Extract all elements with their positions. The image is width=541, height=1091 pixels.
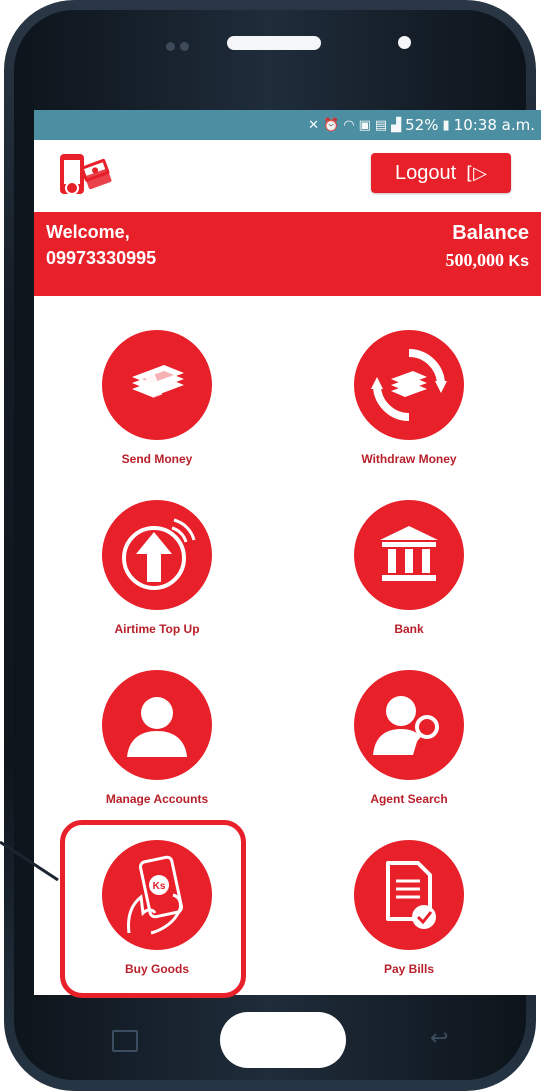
battery-percent: 52% <box>405 116 439 134</box>
nfc-icon: ▣ <box>358 117 371 133</box>
withdraw-money-button[interactable]: Withdraw Money <box>334 330 484 480</box>
manage-accounts-circle <box>102 670 212 780</box>
agent-search-button[interactable]: Agent Search <box>334 670 484 820</box>
welcome-banner: Welcome, 09973330995 Balance 500,000 Ks <box>34 212 541 296</box>
balance-amount: 500,000 Ks <box>446 250 529 271</box>
sensor-dots <box>166 38 206 51</box>
pointer-line <box>0 840 59 882</box>
upload-arrow-signal-icon <box>122 518 196 590</box>
money-cycle-icon <box>371 349 447 421</box>
recent-apps-icon[interactable] <box>112 1030 138 1052</box>
status-bar: ✕ ⏰ ◠ ▣ ▤ ▟ 52% ▮ 10:38 a.m. <box>34 110 541 140</box>
balance-label: Balance <box>452 222 529 244</box>
phone-mockup: ✕ ⏰ ◠ ▣ ▤ ▟ 52% ▮ 10:38 a.m. Logout [▷ W… <box>0 0 541 1091</box>
user-phone-number: 09973330995 <box>46 248 157 268</box>
mute-icon: ✕ <box>308 117 320 133</box>
withdraw-money-label: Withdraw Money <box>361 452 457 466</box>
manage-accounts-label: Manage Accounts <box>105 792 209 806</box>
signal-icon: ▟ <box>391 117 402 133</box>
logout-icon: [▷ <box>466 162 488 184</box>
pay-bills-label: Pay Bills <box>383 962 435 976</box>
send-money-circle <box>102 330 212 440</box>
pay-bills-circle <box>354 840 464 950</box>
clock: 10:38 a.m. <box>453 116 535 134</box>
manage-accounts-button[interactable]: Manage Accounts <box>82 670 232 820</box>
money-stack-icon <box>132 365 184 398</box>
bank-building-icon <box>380 526 438 581</box>
back-icon[interactable]: ↩ <box>430 1028 456 1050</box>
bank-circle <box>354 500 464 610</box>
logout-button[interactable]: Logout [▷ <box>371 153 511 193</box>
airtime-top-up-label: Airtime Top Up <box>114 622 200 636</box>
pay-bills-button[interactable]: Pay Bills <box>334 840 484 990</box>
agent-search-circle <box>354 670 464 780</box>
earpiece <box>227 36 321 50</box>
battery-icon: ▮ <box>442 117 450 133</box>
wifi-icon: ◠ <box>343 117 355 133</box>
home-button[interactable] <box>220 1012 346 1068</box>
app-logo-icon <box>60 154 112 195</box>
airtime-top-up-circle <box>102 500 212 610</box>
withdraw-money-circle <box>354 330 464 440</box>
agent-search-label: Agent Search <box>370 792 448 806</box>
bank-button[interactable]: Bank <box>334 500 484 650</box>
alarm-icon: ⏰ <box>323 117 340 133</box>
user-icon <box>127 697 187 757</box>
front-camera <box>398 36 411 49</box>
welcome-label: Welcome, <box>46 222 130 242</box>
bank-label: Bank <box>394 622 424 636</box>
send-money-label: Send Money <box>121 452 193 466</box>
balance-currency: Ks <box>508 253 529 270</box>
bill-check-icon <box>386 861 436 929</box>
app-header: Logout [▷ <box>34 140 541 212</box>
send-money-button[interactable]: Send Money <box>82 330 232 480</box>
balance-value: 500,000 <box>445 250 505 270</box>
user-search-icon <box>373 696 439 755</box>
airtime-top-up-button[interactable]: Airtime Top Up <box>82 500 232 650</box>
sim-signal-icon: ▤ <box>374 117 388 133</box>
logout-label: Logout <box>394 161 457 184</box>
buy-goods-highlight <box>60 820 246 998</box>
